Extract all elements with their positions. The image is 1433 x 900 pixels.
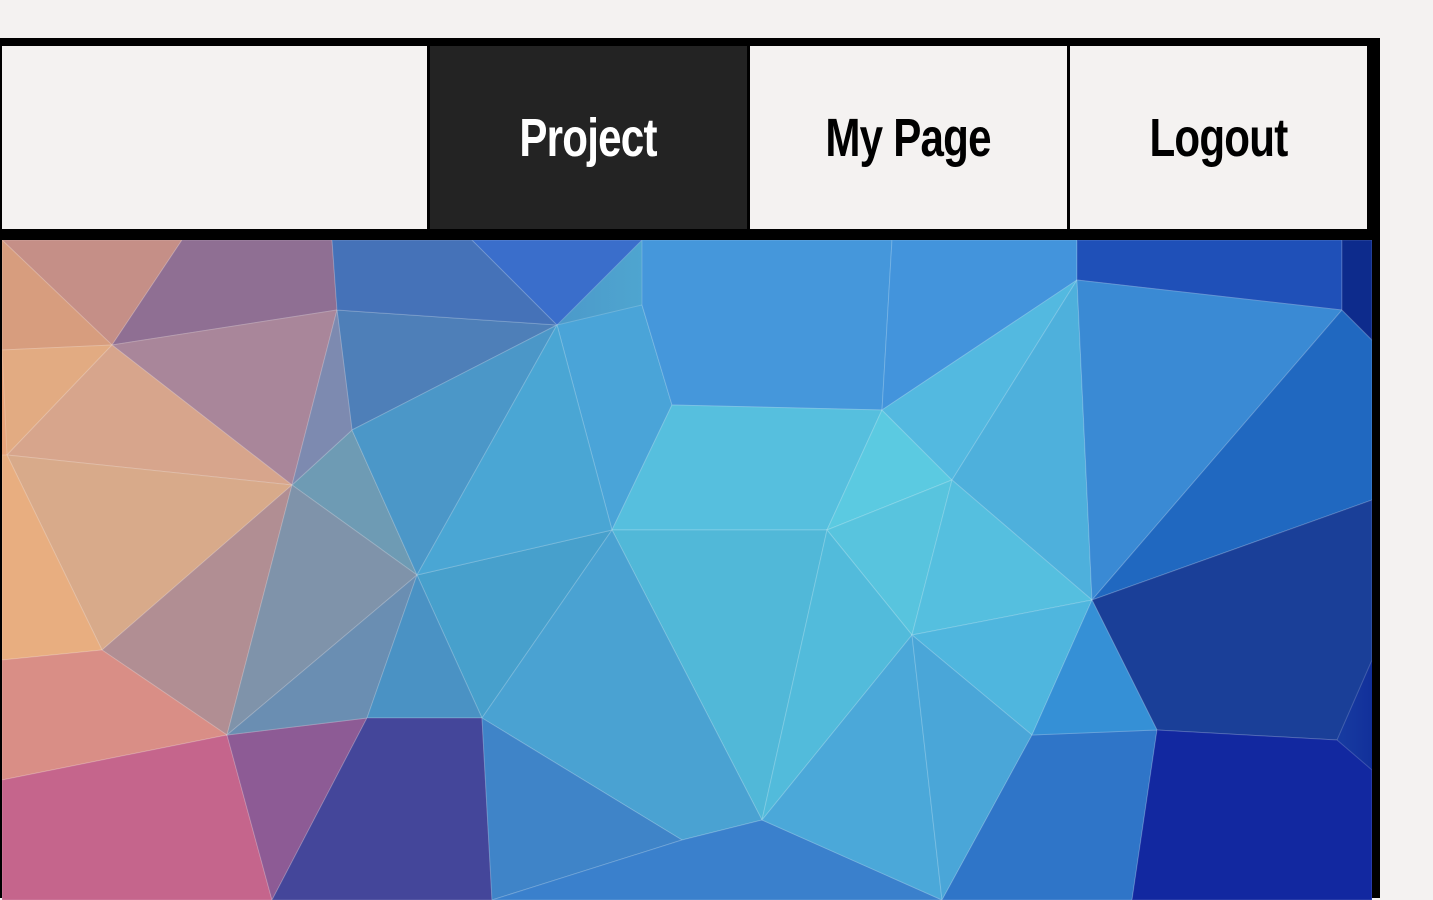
top-navigation: Project My Page Logout	[2, 46, 1372, 232]
hero-banner	[2, 240, 1372, 900]
nav-logout-button[interactable]: Logout	[1070, 46, 1367, 229]
nav-logout-label: Logout	[1149, 107, 1288, 168]
nav-my-page-button[interactable]: My Page	[750, 46, 1067, 229]
low-poly-background-image	[2, 240, 1372, 900]
nav-project-button[interactable]: Project	[430, 46, 747, 229]
nav-project-label: Project	[519, 107, 658, 168]
app-frame: Project My Page Logout	[0, 38, 1380, 900]
nav-empty-area	[2, 46, 427, 229]
nav-my-page-label: My Page	[825, 107, 992, 168]
